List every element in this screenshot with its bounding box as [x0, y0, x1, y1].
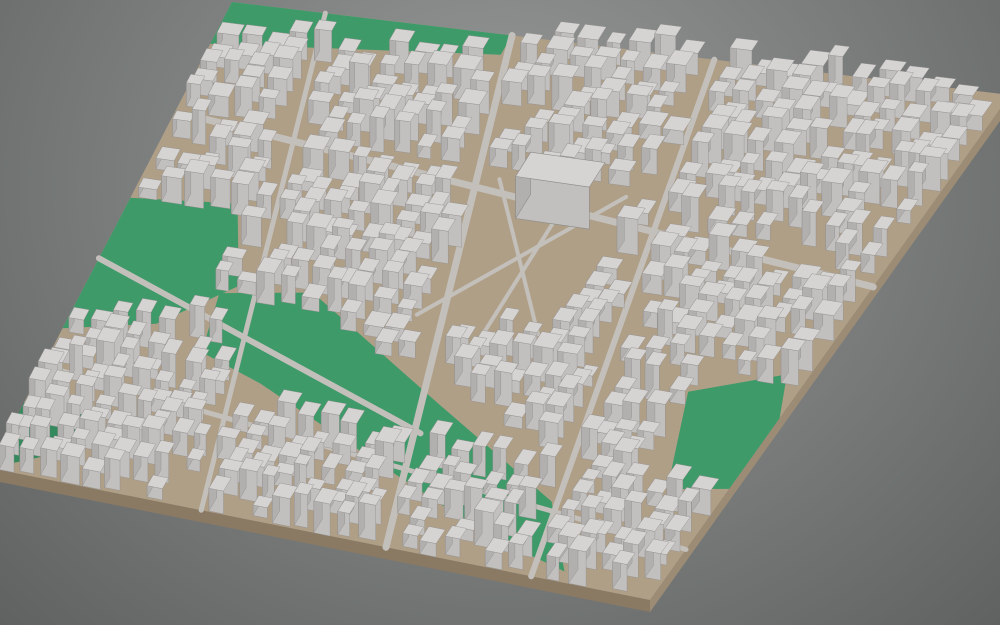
building-roof: [828, 44, 850, 57]
building-roof: [554, 21, 581, 35]
building-roof: [628, 27, 659, 44]
building-roof: [576, 24, 607, 41]
map-viewport[interactable]: [0, 0, 1000, 625]
building-roof: [801, 49, 833, 67]
city-3d-scene[interactable]: [0, 0, 1000, 625]
building-roof: [851, 62, 877, 79]
building-roof: [606, 31, 627, 44]
